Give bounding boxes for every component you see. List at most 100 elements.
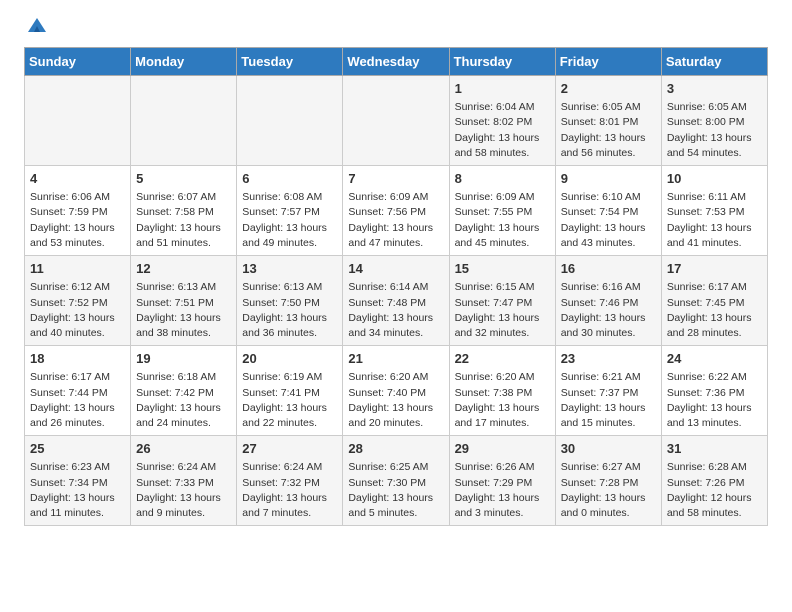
day-info-text: Sunset: 7:26 PM xyxy=(667,476,762,491)
day-info-text: Sunset: 7:45 PM xyxy=(667,296,762,311)
calendar-day-cell: 23Sunrise: 6:21 AMSunset: 7:37 PMDayligh… xyxy=(555,346,661,436)
day-info-text: Daylight: 13 hours xyxy=(561,221,656,236)
day-info-text: Sunrise: 6:19 AM xyxy=(242,370,337,385)
day-info-text: and 45 minutes. xyxy=(455,236,550,251)
day-info-text: Daylight: 13 hours xyxy=(242,221,337,236)
day-info-text: Sunset: 7:57 PM xyxy=(242,205,337,220)
day-info-text: Daylight: 13 hours xyxy=(455,131,550,146)
day-info-text: Sunset: 7:32 PM xyxy=(242,476,337,491)
day-info-text: Daylight: 13 hours xyxy=(136,221,231,236)
day-info-text: Sunset: 7:40 PM xyxy=(348,386,443,401)
day-info-text: and 47 minutes. xyxy=(348,236,443,251)
day-info-text: Sunset: 7:33 PM xyxy=(136,476,231,491)
calendar-table: SundayMondayTuesdayWednesdayThursdayFrid… xyxy=(24,47,768,526)
day-info-text: and 26 minutes. xyxy=(30,416,125,431)
empty-day-cell xyxy=(237,76,343,166)
calendar-day-cell: 8Sunrise: 6:09 AMSunset: 7:55 PMDaylight… xyxy=(449,166,555,256)
day-info-text: and 40 minutes. xyxy=(30,326,125,341)
day-number: 14 xyxy=(348,260,443,278)
calendar-day-cell: 15Sunrise: 6:15 AMSunset: 7:47 PMDayligh… xyxy=(449,256,555,346)
calendar-day-cell: 26Sunrise: 6:24 AMSunset: 7:33 PMDayligh… xyxy=(131,436,237,526)
calendar-day-cell: 19Sunrise: 6:18 AMSunset: 7:42 PMDayligh… xyxy=(131,346,237,436)
day-info-text: Sunset: 7:37 PM xyxy=(561,386,656,401)
day-info-text: Sunset: 7:38 PM xyxy=(455,386,550,401)
day-number: 10 xyxy=(667,170,762,188)
day-info-text: Sunrise: 6:23 AM xyxy=(30,460,125,475)
day-number: 18 xyxy=(30,350,125,368)
day-number: 6 xyxy=(242,170,337,188)
calendar-day-cell: 20Sunrise: 6:19 AMSunset: 7:41 PMDayligh… xyxy=(237,346,343,436)
day-info-text: Daylight: 13 hours xyxy=(242,401,337,416)
day-info-text: and 11 minutes. xyxy=(30,506,125,521)
calendar-day-cell: 14Sunrise: 6:14 AMSunset: 7:48 PMDayligh… xyxy=(343,256,449,346)
day-info-text: Sunrise: 6:09 AM xyxy=(348,190,443,205)
day-info-text: and 3 minutes. xyxy=(455,506,550,521)
weekday-header-thursday: Thursday xyxy=(449,48,555,76)
day-info-text: Daylight: 13 hours xyxy=(348,221,443,236)
day-number: 3 xyxy=(667,80,762,98)
calendar-day-cell: 9Sunrise: 6:10 AMSunset: 7:54 PMDaylight… xyxy=(555,166,661,256)
day-info-text: Sunrise: 6:14 AM xyxy=(348,280,443,295)
day-number: 21 xyxy=(348,350,443,368)
day-info-text: and 20 minutes. xyxy=(348,416,443,431)
day-info-text: Daylight: 13 hours xyxy=(561,401,656,416)
day-info-text: Sunrise: 6:16 AM xyxy=(561,280,656,295)
day-info-text: and 56 minutes. xyxy=(561,146,656,161)
day-info-text: and 7 minutes. xyxy=(242,506,337,521)
day-info-text: Sunset: 7:36 PM xyxy=(667,386,762,401)
calendar-day-cell: 22Sunrise: 6:20 AMSunset: 7:38 PMDayligh… xyxy=(449,346,555,436)
calendar-day-cell: 25Sunrise: 6:23 AMSunset: 7:34 PMDayligh… xyxy=(25,436,131,526)
day-info-text: Sunrise: 6:25 AM xyxy=(348,460,443,475)
day-info-text: Sunrise: 6:05 AM xyxy=(561,100,656,115)
day-number: 20 xyxy=(242,350,337,368)
day-info-text: Sunset: 7:50 PM xyxy=(242,296,337,311)
day-number: 11 xyxy=(30,260,125,278)
weekday-header-monday: Monday xyxy=(131,48,237,76)
day-info-text: Sunrise: 6:15 AM xyxy=(455,280,550,295)
day-number: 22 xyxy=(455,350,550,368)
empty-day-cell xyxy=(25,76,131,166)
calendar-day-cell: 12Sunrise: 6:13 AMSunset: 7:51 PMDayligh… xyxy=(131,256,237,346)
day-info-text: Sunset: 8:02 PM xyxy=(455,115,550,130)
day-info-text: Sunset: 7:56 PM xyxy=(348,205,443,220)
day-info-text: Sunset: 8:01 PM xyxy=(561,115,656,130)
day-number: 17 xyxy=(667,260,762,278)
day-number: 9 xyxy=(561,170,656,188)
calendar-day-cell: 31Sunrise: 6:28 AMSunset: 7:26 PMDayligh… xyxy=(661,436,767,526)
day-info-text: Sunset: 7:34 PM xyxy=(30,476,125,491)
day-number: 26 xyxy=(136,440,231,458)
calendar-day-cell: 24Sunrise: 6:22 AMSunset: 7:36 PMDayligh… xyxy=(661,346,767,436)
day-info-text: and 15 minutes. xyxy=(561,416,656,431)
calendar-day-cell: 21Sunrise: 6:20 AMSunset: 7:40 PMDayligh… xyxy=(343,346,449,436)
day-info-text: Sunset: 7:47 PM xyxy=(455,296,550,311)
day-info-text: Sunset: 7:46 PM xyxy=(561,296,656,311)
logo xyxy=(24,20,48,41)
calendar-day-cell: 11Sunrise: 6:12 AMSunset: 7:52 PMDayligh… xyxy=(25,256,131,346)
day-info-text: Sunrise: 6:17 AM xyxy=(30,370,125,385)
weekday-header-row: SundayMondayTuesdayWednesdayThursdayFrid… xyxy=(25,48,768,76)
day-info-text: Daylight: 13 hours xyxy=(561,491,656,506)
calendar-week-row: 18Sunrise: 6:17 AMSunset: 7:44 PMDayligh… xyxy=(25,346,768,436)
day-info-text: Sunrise: 6:09 AM xyxy=(455,190,550,205)
calendar-week-row: 4Sunrise: 6:06 AMSunset: 7:59 PMDaylight… xyxy=(25,166,768,256)
day-info-text: Sunset: 7:42 PM xyxy=(136,386,231,401)
day-number: 15 xyxy=(455,260,550,278)
day-number: 16 xyxy=(561,260,656,278)
weekday-header-saturday: Saturday xyxy=(661,48,767,76)
day-info-text: and 54 minutes. xyxy=(667,146,762,161)
day-info-text: Sunrise: 6:13 AM xyxy=(136,280,231,295)
day-info-text: and 17 minutes. xyxy=(455,416,550,431)
day-info-text: Daylight: 13 hours xyxy=(30,311,125,326)
day-info-text: Daylight: 13 hours xyxy=(136,491,231,506)
day-info-text: Daylight: 13 hours xyxy=(136,311,231,326)
day-info-text: Sunrise: 6:17 AM xyxy=(667,280,762,295)
day-info-text: and 0 minutes. xyxy=(561,506,656,521)
day-info-text: Daylight: 13 hours xyxy=(242,311,337,326)
empty-day-cell xyxy=(131,76,237,166)
day-info-text: and 58 minutes. xyxy=(667,506,762,521)
calendar-day-cell: 5Sunrise: 6:07 AMSunset: 7:58 PMDaylight… xyxy=(131,166,237,256)
calendar-day-cell: 28Sunrise: 6:25 AMSunset: 7:30 PMDayligh… xyxy=(343,436,449,526)
day-info-text: Sunrise: 6:27 AM xyxy=(561,460,656,475)
day-info-text: Sunrise: 6:10 AM xyxy=(561,190,656,205)
calendar-week-row: 1Sunrise: 6:04 AMSunset: 8:02 PMDaylight… xyxy=(25,76,768,166)
